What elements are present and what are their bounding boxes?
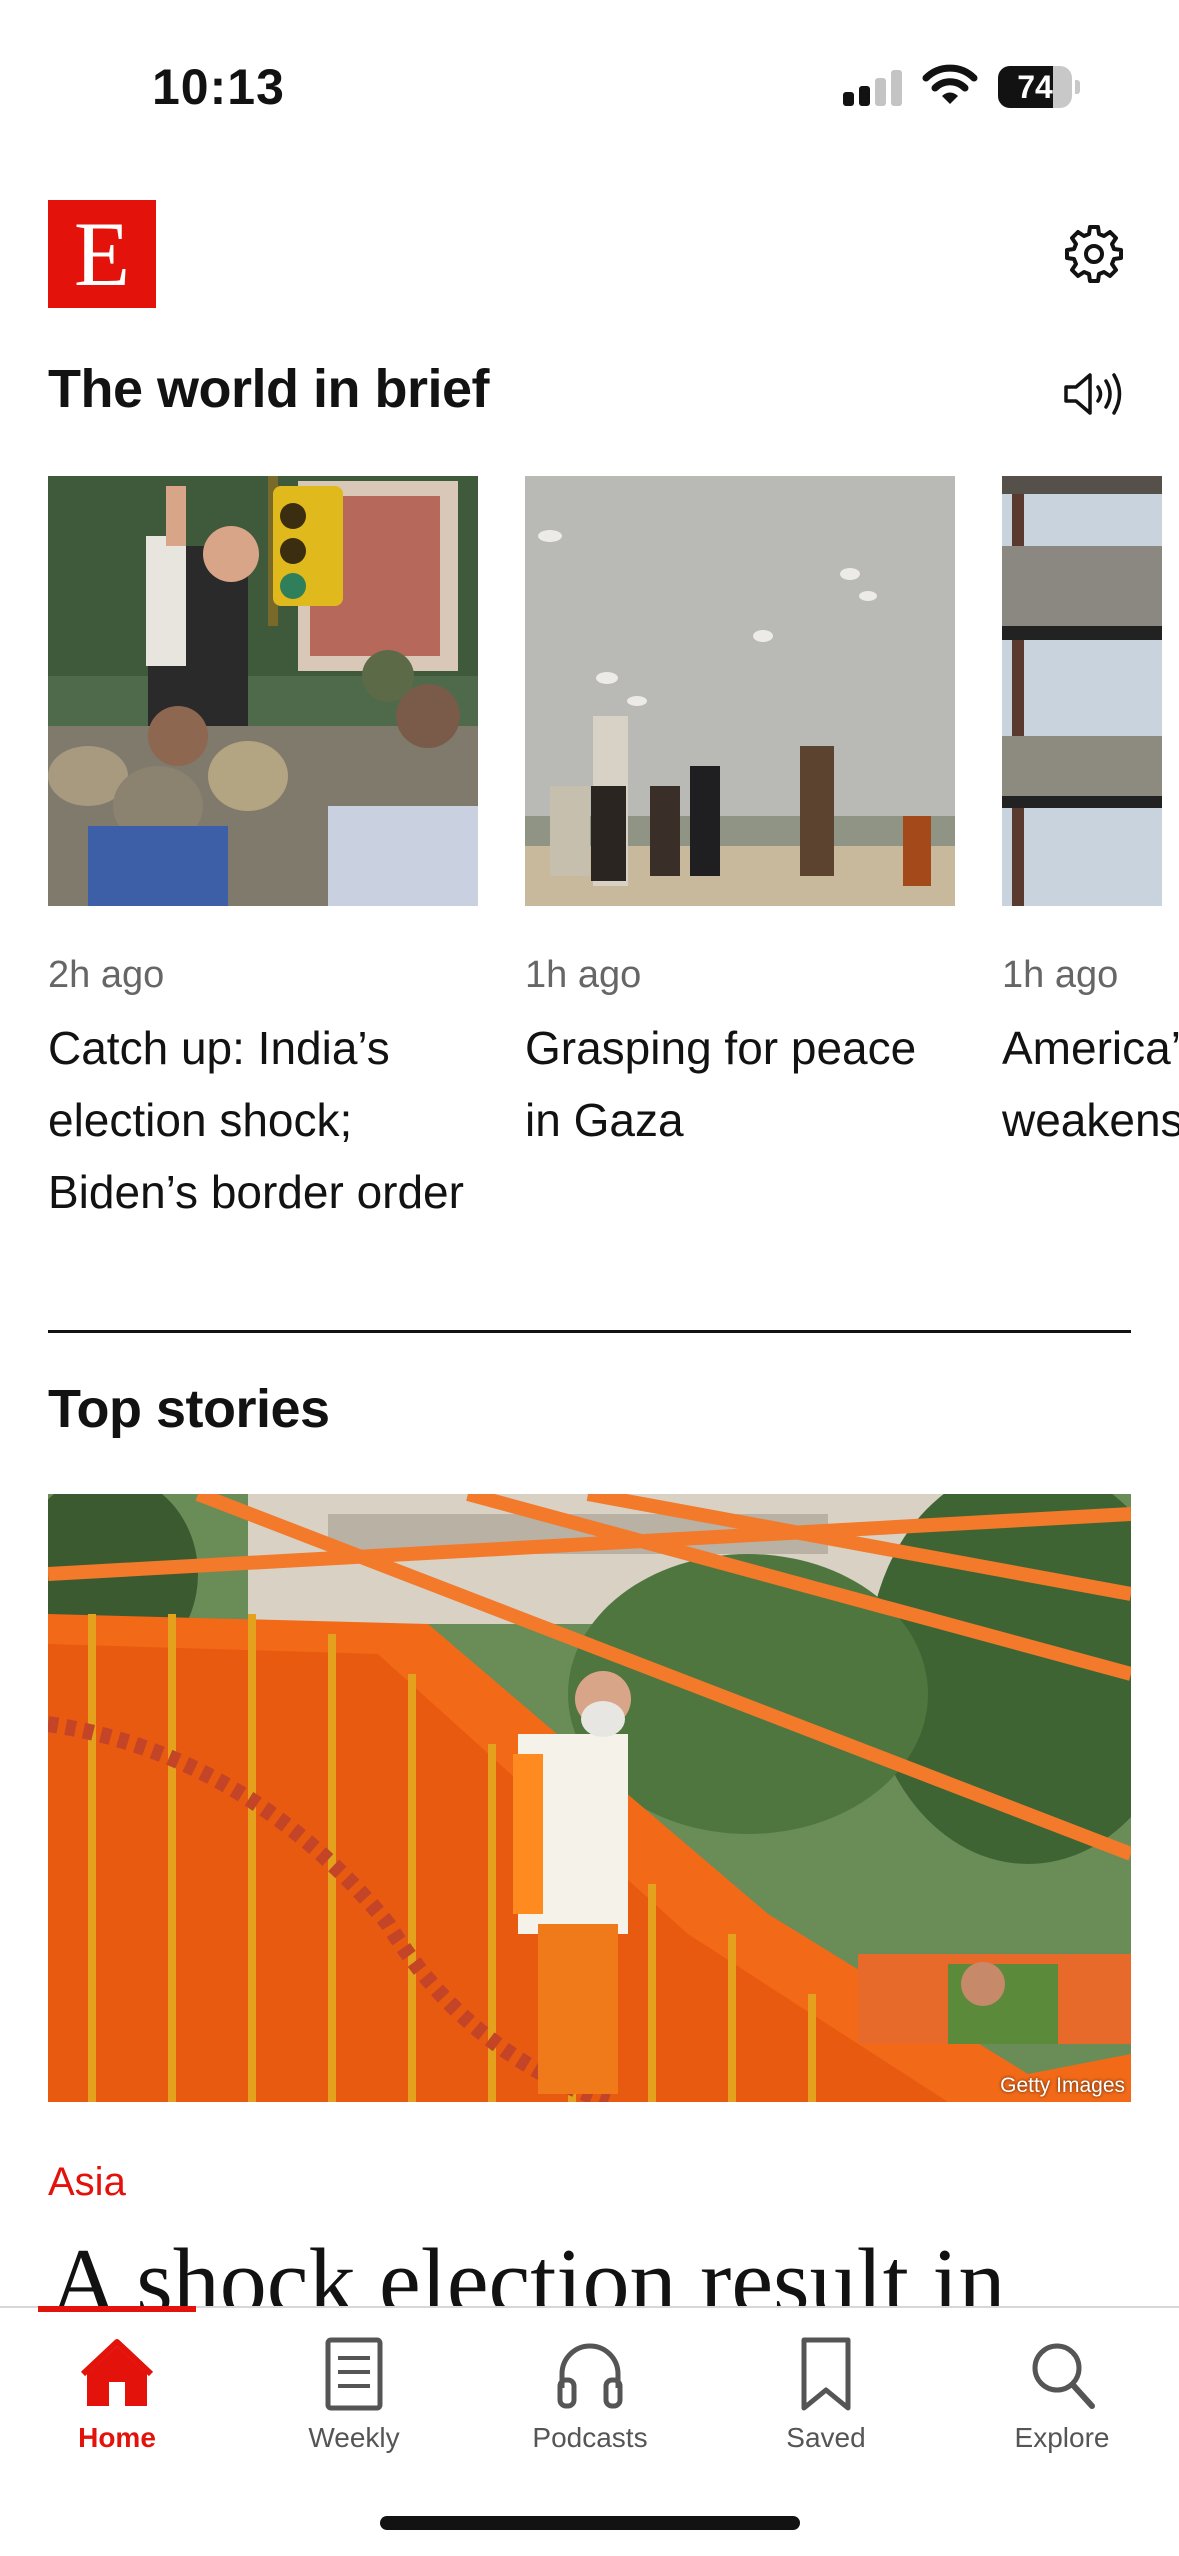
wifi-icon [922, 64, 978, 104]
brief-image [48, 476, 478, 906]
brief-headline[interactable]: Grasping for peace in Gaza [525, 1012, 955, 1156]
brief-headline-line: America’s [1002, 1022, 1179, 1074]
tab-podcasts[interactable]: Podcasts [490, 2320, 690, 2460]
tab-explore[interactable]: Explore [962, 2320, 1162, 2460]
section-divider [48, 1330, 1131, 1333]
tab-label: Saved [786, 2422, 866, 2453]
tab-saved[interactable]: Saved [726, 2320, 926, 2460]
status-time: 10:13 [152, 59, 285, 115]
brief-headline-line: weakens [1002, 1094, 1179, 1146]
tab-label: Podcasts [532, 2422, 648, 2453]
brief-timestamp: 2h ago [48, 954, 165, 996]
active-tab-indicator [38, 2306, 196, 2312]
headphones-icon [557, 2343, 623, 2409]
image-credit: Getty Images [1000, 2074, 1125, 2097]
tab-label: Explore [1014, 2422, 1110, 2453]
brief-headline[interactable]: America’s weakens [1002, 1012, 1179, 1156]
tab-label: Home [78, 2422, 156, 2453]
brief-card[interactable]: 1h ago Grasping for peace in Gaza [525, 476, 955, 1156]
brief-section-title: The world in brief [48, 359, 490, 419]
economist-logo[interactable]: E [48, 200, 156, 308]
brief-timestamp: 1h ago [525, 954, 642, 996]
document-icon [325, 2337, 383, 2411]
tab-home[interactable]: Home [17, 2320, 217, 2460]
brief-image [525, 476, 955, 906]
brief-headline[interactable]: Catch up: India’s election shock; Biden’… [48, 1012, 478, 1228]
top-stories-title: Top stories [48, 1379, 330, 1439]
gear-icon[interactable] [1064, 224, 1124, 284]
bookmark-icon [801, 2337, 851, 2411]
brief-image [1002, 476, 1162, 906]
battery-percent: 74 [1017, 69, 1053, 105]
cellular-signal-icon [843, 70, 905, 106]
tab-label: Weekly [308, 2422, 400, 2453]
brief-card[interactable]: 2h ago Catch up: India’s election shock;… [48, 476, 478, 1228]
speaker-icon[interactable] [1062, 370, 1126, 418]
brief-card[interactable]: 1h ago America’s weakens [1002, 476, 1179, 1156]
brief-timestamp: 1h ago [1002, 954, 1119, 996]
search-icon [1032, 2343, 1095, 2409]
home-icon [81, 2339, 153, 2406]
tab-weekly[interactable]: Weekly [254, 2320, 454, 2460]
battery-indicator: 74 [998, 66, 1080, 108]
lead-story-image[interactable]: Getty Images [48, 1494, 1131, 2102]
home-indicator [380, 2516, 800, 2530]
story-section-tag[interactable]: Asia [48, 2160, 126, 2205]
